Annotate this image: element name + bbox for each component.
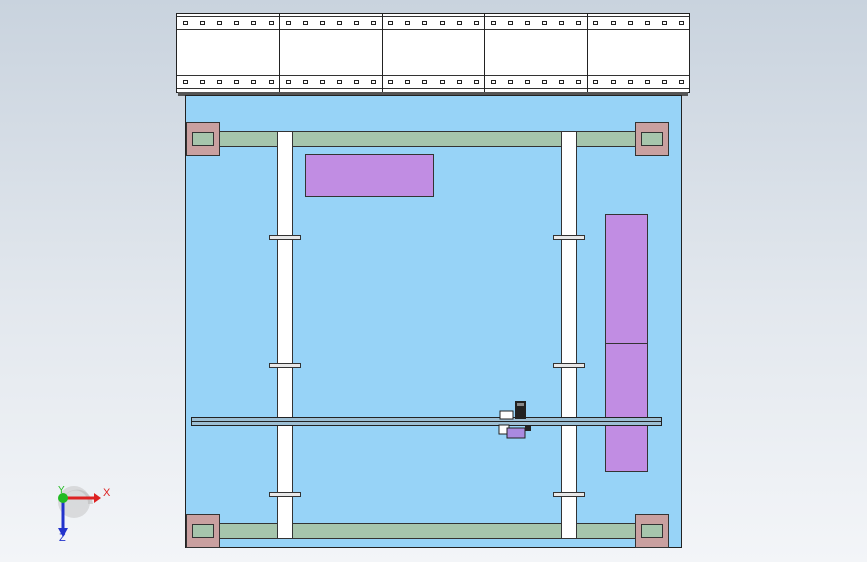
strip-hole <box>234 80 240 84</box>
strip-hole <box>507 80 513 84</box>
post-clip <box>269 363 301 368</box>
post-clip <box>553 363 585 368</box>
strip-hole <box>439 80 445 84</box>
x-axis-label: X <box>103 487 111 499</box>
post-clip <box>553 235 585 240</box>
strip-hole <box>285 21 291 25</box>
strip-hole <box>473 21 479 25</box>
strip-hole <box>593 80 599 84</box>
strip-hole <box>627 21 633 25</box>
strip-hole <box>525 21 530 25</box>
strip-hole <box>542 80 548 84</box>
left-post[interactable] <box>277 131 293 539</box>
strip-hole <box>405 80 411 84</box>
strip-hole <box>644 21 650 25</box>
strip-hole <box>542 21 548 25</box>
strip-hole <box>678 21 684 25</box>
strip-hole <box>644 80 650 84</box>
strip-hole <box>371 80 377 84</box>
y-axis-label: Y <box>58 485 65 496</box>
cross-bar[interactable] <box>191 417 662 426</box>
strip-hole <box>302 21 308 25</box>
strip-hole <box>610 21 616 25</box>
right-post[interactable] <box>561 131 577 539</box>
strip-hole <box>593 21 599 25</box>
corner-pad-bottom-right[interactable] <box>635 514 669 548</box>
strip-hole <box>422 21 428 25</box>
strip-hole <box>490 80 496 84</box>
strip-hole <box>268 80 274 84</box>
strip-divider <box>279 14 280 92</box>
strip-hole <box>388 21 394 25</box>
strip-hole <box>456 21 462 25</box>
bottom-rail[interactable] <box>191 523 662 539</box>
strip-hole <box>507 21 513 25</box>
post-clip <box>269 492 301 497</box>
strip-hole <box>319 21 325 25</box>
strip-hole <box>661 80 667 84</box>
strip-hole <box>268 21 274 25</box>
strip-hole <box>217 21 223 25</box>
strip-hole <box>525 80 530 84</box>
strip-hole <box>576 80 582 84</box>
strip-hole <box>354 80 359 84</box>
strip-divider <box>484 14 485 92</box>
strip-hole <box>336 21 342 25</box>
strip-hole <box>405 21 411 25</box>
strip-hole <box>371 21 377 25</box>
strip-hole <box>183 21 188 25</box>
slider-mechanism[interactable] <box>497 398 537 442</box>
strip-hole <box>559 80 565 84</box>
strip-hole <box>183 80 188 84</box>
strip-hole <box>456 80 462 84</box>
strip-hole <box>490 21 496 25</box>
corner-pad-top-left[interactable] <box>186 122 220 156</box>
vertical-part[interactable] <box>605 214 648 472</box>
strip-hole <box>473 80 479 84</box>
strip-hole <box>217 80 223 84</box>
strip-divider <box>587 14 588 92</box>
strip-hole <box>319 80 325 84</box>
strip-hole <box>678 80 684 84</box>
post-clip <box>269 235 301 240</box>
strip-hole <box>302 80 308 84</box>
corner-pad-top-right[interactable] <box>635 122 669 156</box>
strip-divider <box>382 14 383 92</box>
top-conveyor-strip[interactable] <box>176 13 690 93</box>
strip-hole <box>627 80 633 84</box>
strip-hole <box>388 80 394 84</box>
z-axis-label: Z <box>59 532 66 544</box>
strip-hole <box>610 80 616 84</box>
strip-hole <box>285 80 291 84</box>
strip-hole <box>439 21 445 25</box>
horizontal-part[interactable] <box>305 154 434 197</box>
strip-hole <box>200 21 206 25</box>
top-rail[interactable] <box>191 131 662 147</box>
strip-hole <box>336 80 342 84</box>
strip-hole <box>200 80 206 84</box>
strip-hole <box>422 80 428 84</box>
strip-hole <box>234 21 240 25</box>
strip-hole <box>559 21 565 25</box>
strip-hole <box>576 21 582 25</box>
post-clip <box>553 492 585 497</box>
strip-hole <box>251 80 257 84</box>
strip-hole <box>661 21 667 25</box>
strip-hole <box>354 21 359 25</box>
corner-pad-bottom-left[interactable] <box>186 514 220 548</box>
strip-hole <box>251 21 257 25</box>
